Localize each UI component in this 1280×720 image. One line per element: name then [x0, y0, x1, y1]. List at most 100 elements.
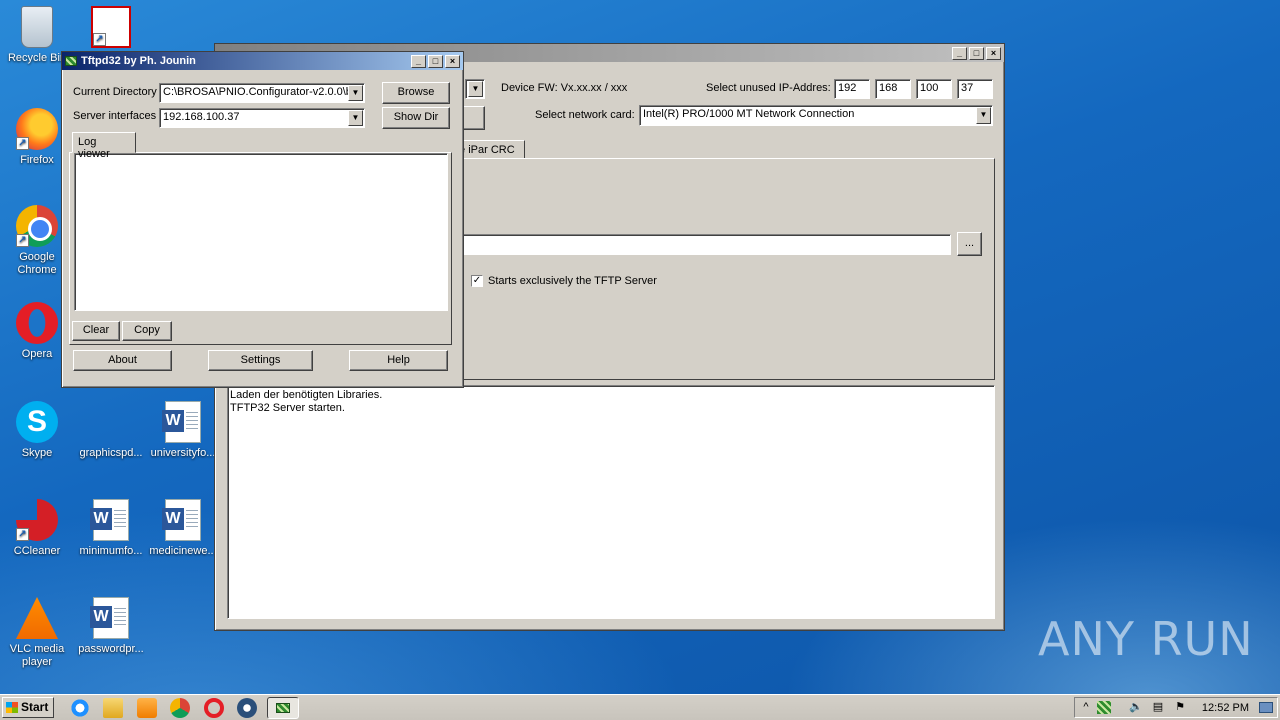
tab-ipar-crc-label: te iPar CRC [456, 144, 515, 156]
start-button[interactable]: Start [2, 697, 54, 718]
skype-icon: S [16, 401, 58, 443]
firefox-icon: ↗ [16, 108, 58, 150]
desktop-icon-ccleaner[interactable]: ↗ CCleaner [0, 499, 74, 558]
desktop-icon-vlc[interactable]: VLC media player [0, 597, 74, 669]
app-taskbar-icon[interactable] [237, 698, 257, 718]
word-doc-icon [90, 499, 129, 541]
tab-log-viewer[interactable]: Log viewer [72, 132, 136, 160]
recycle-bin-icon [21, 6, 53, 48]
help-button-label: Help [387, 354, 410, 366]
desktop-icon-skype[interactable]: S Skype [0, 401, 74, 460]
minimize-icon[interactable]: _ [411, 54, 426, 68]
tftpd32-titlebar: Tftpd32 by Ph. Jounin _ □ × [62, 52, 463, 70]
tab-log-viewer-label: Log viewer [78, 136, 110, 160]
volume-icon[interactable]: 🔈 [1129, 701, 1143, 714]
vlc-icon [16, 597, 58, 639]
tftpd32-taskbar-button[interactable] [267, 697, 299, 719]
browse-button[interactable]: Browse [382, 82, 450, 104]
window-controls: _ □ × [411, 54, 460, 68]
current-directory-label: Current Directory [73, 86, 157, 98]
ie-icon[interactable] [70, 698, 90, 718]
desktop-icon-graphicspd[interactable]: graphicspd... [74, 401, 148, 460]
tftpd32-app-icon [65, 56, 77, 66]
opera-taskbar-icon[interactable] [204, 698, 224, 718]
desktop-icon-passwordpr[interactable]: passwordpr... [74, 597, 148, 656]
device-fw-label: Device FW: Vx.xx.xx / xxx [501, 82, 628, 94]
desktop-icon-universityfo[interactable]: universityfo... [146, 401, 220, 460]
chrome-icon: ↗ [16, 205, 58, 247]
copy-button[interactable]: Copy [122, 321, 172, 341]
word-doc-icon [162, 499, 201, 541]
path-input[interactable] [461, 234, 951, 255]
tftpd32-window: Tftpd32 by Ph. Jounin _ □ × Current Dire… [61, 51, 464, 388]
taskbar: Start ^ 🔈 ▤ ⚑ 12:52 PM [0, 694, 1280, 720]
chrome-taskbar-icon[interactable] [170, 698, 190, 718]
status-log: Laden der benötigten Libraries. TFTP32 S… [227, 385, 995, 619]
chevron-down-icon[interactable]: ▼ [468, 81, 483, 97]
network-card-select[interactable]: Intel(R) PRO/1000 MT Network Connection … [639, 105, 993, 126]
clear-button[interactable]: Clear [72, 321, 120, 341]
maximize-icon[interactable]: □ [969, 46, 984, 60]
window-controls: _ □ × [952, 46, 1001, 60]
system-tray: ^ 🔈 ▤ ⚑ 12:52 PM [1074, 697, 1278, 718]
device-combo[interactable]: ▼ [465, 79, 485, 99]
flag-icon[interactable]: ⚑ [1173, 701, 1187, 714]
show-desktop-icon[interactable] [1259, 702, 1273, 713]
desktop-icon-label: Skype [21, 447, 53, 459]
server-interfaces-label: Server interfaces [73, 110, 157, 122]
ip-octet-3[interactable]: 100 [916, 79, 952, 99]
watermark-text: ANY RUN [1038, 612, 1254, 666]
clear-button-label: Clear [82, 324, 110, 336]
current-directory-value: C:\BROSA\PNIO.Configurator-v2.0.0\b [163, 86, 352, 98]
tftp-exclusive-checkbox[interactable]: ✓ [471, 275, 483, 287]
chevron-down-icon[interactable]: ▼ [976, 107, 991, 124]
browse-button-label: Browse [397, 86, 435, 98]
desktop-icon-label: universityfo... [150, 447, 216, 459]
network-card-value: Intel(R) PRO/1000 MT Network Connection [643, 108, 855, 120]
chevron-up-icon[interactable]: ^ [1079, 701, 1093, 714]
file-icon [90, 401, 132, 443]
desktop-icon-medicinewe[interactable]: medicinewe... [146, 499, 220, 558]
desktop-icon-label: VLC media player [9, 643, 65, 668]
ip-octet-2[interactable]: 168 [875, 79, 911, 99]
ccleaner-icon: ↗ [16, 499, 58, 541]
ip-octet-4[interactable]: 37 [957, 79, 993, 99]
path-browse-label: ... [964, 237, 975, 249]
maximize-icon[interactable]: □ [428, 54, 443, 68]
media-player-icon[interactable] [137, 698, 157, 718]
minimize-icon[interactable]: _ [952, 46, 967, 60]
chevron-down-icon[interactable]: ▼ [348, 110, 363, 126]
log-viewer-list[interactable] [74, 153, 448, 311]
server-interfaces-combo[interactable]: 192.168.100.37 ▼ [159, 108, 365, 128]
ip-octet-1[interactable]: 192 [834, 79, 870, 99]
desktop-icon-acrobat[interactable]: ↗ [74, 6, 148, 52]
network-icon[interactable]: ▤ [1151, 701, 1165, 714]
network-card-label: Select network card: [535, 109, 635, 121]
desktop: Recycle Bin ↗ ↗ Firefox ↗ Google Chrome … [0, 0, 1280, 694]
show-dir-button-label: Show Dir [393, 111, 439, 123]
desktop-icon-label: graphicspd... [79, 447, 143, 459]
log-line: TFTP32 Server starten. [230, 402, 345, 414]
start-button-label: Start [21, 700, 49, 714]
acrobat-pdf-icon: ↗ [91, 6, 131, 48]
close-icon[interactable]: × [986, 46, 1001, 60]
word-doc-icon [90, 597, 129, 639]
clock[interactable]: 12:52 PM [1202, 702, 1249, 714]
ip-label: Select unused IP-Addres: [706, 82, 831, 94]
explorer-folder-icon[interactable] [103, 698, 123, 718]
about-button[interactable]: About [73, 350, 172, 371]
window-title: Tftpd32 by Ph. Jounin [81, 55, 196, 67]
tftpd32-tray-icon[interactable] [1097, 701, 1111, 714]
current-directory-combo[interactable]: C:\BROSA\PNIO.Configurator-v2.0.0\b ▼ [159, 83, 365, 103]
path-browse-button[interactable]: ... [957, 232, 982, 256]
desktop-icon-minimumfo[interactable]: minimumfo... [74, 499, 148, 558]
show-dir-button[interactable]: Show Dir [382, 107, 450, 129]
desktop-icon-label: passwordpr... [78, 643, 144, 655]
chevron-down-icon[interactable]: ▼ [348, 85, 363, 101]
tftpd32-app-icon [276, 703, 290, 713]
close-icon[interactable]: × [445, 54, 460, 68]
copy-button-label: Copy [134, 324, 160, 336]
help-button[interactable]: Help [349, 350, 448, 371]
settings-button[interactable]: Settings [208, 350, 313, 371]
settings-button-label: Settings [240, 354, 281, 366]
